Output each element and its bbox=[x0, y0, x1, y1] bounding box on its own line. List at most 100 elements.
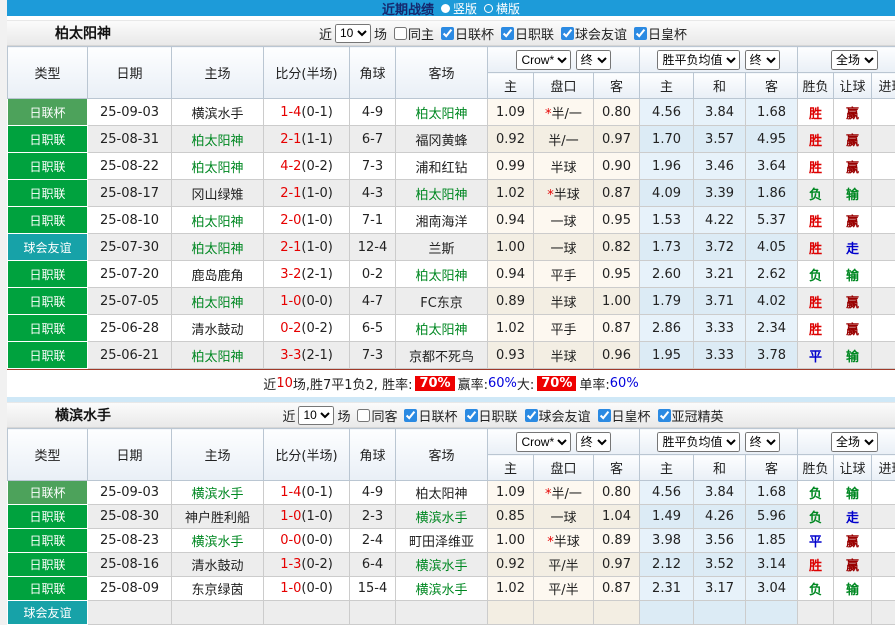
cell-home-team: 柏太阳神 bbox=[172, 342, 264, 369]
cell-avg-1: 3.33 bbox=[694, 342, 746, 369]
recent-count-select[interactable]: 10 bbox=[335, 24, 371, 43]
league-checkbox-2[interactable] bbox=[561, 27, 574, 40]
league-checkbox-wrap-2[interactable]: 球会友谊 bbox=[521, 406, 591, 425]
odds-time-select[interactable]: 终 bbox=[576, 50, 611, 70]
cell-handicap: 半球 bbox=[534, 288, 594, 315]
scope-select[interactable]: 全场 bbox=[831, 50, 878, 70]
avg-col-2: 客 bbox=[746, 73, 798, 99]
league-checkbox-wrap-0[interactable]: 日联杯 bbox=[400, 406, 457, 425]
odds-source-select[interactable]: Crow* bbox=[516, 432, 571, 452]
cell-match-type: 日职联 bbox=[8, 207, 88, 234]
avg-time-select[interactable]: 终 bbox=[745, 432, 780, 452]
cell-away-team: 横滨水手 bbox=[396, 577, 488, 601]
cell-home-team: 柏太阳神 bbox=[172, 126, 264, 153]
avg-time-select[interactable]: 终 bbox=[745, 50, 780, 70]
score-halftime: (1-0) bbox=[301, 509, 332, 524]
cell-avg-1: 3.71 bbox=[694, 288, 746, 315]
cell-date: 25-06-28 bbox=[88, 315, 172, 342]
cell-home-team: 横滨水手 bbox=[172, 99, 264, 126]
summary-text: 10 bbox=[276, 376, 293, 391]
cell-avg-2: 2.34 bbox=[746, 315, 798, 342]
league-checkbox-wrap-2[interactable]: 球会友谊 bbox=[557, 24, 627, 43]
match-row: 日联杯25-09-03横滨水手1-4(0-1)4-9柏太阳神1.09*半/一0.… bbox=[8, 481, 895, 505]
cell-corners: 4-9 bbox=[350, 481, 396, 505]
cell-corners: 6-7 bbox=[350, 126, 396, 153]
layout-radio-horizontal[interactable]: 横版 bbox=[484, 0, 520, 17]
cell-handicap: *半/一 bbox=[534, 481, 594, 505]
cell-score: 1-0(0-0) bbox=[264, 577, 350, 601]
score-fulltime: 0-2 bbox=[280, 321, 301, 336]
scope-select[interactable]: 全场 bbox=[831, 432, 878, 452]
league-checkbox-wrap-3[interactable]: 日皇杯 bbox=[594, 406, 651, 425]
league-checkbox-0[interactable] bbox=[441, 27, 454, 40]
cell-odds-home: 1.09 bbox=[488, 481, 534, 505]
cell-odds-away: 0.89 bbox=[594, 529, 640, 553]
same-venue-checkbox-wrap[interactable]: 同客 bbox=[353, 406, 397, 425]
cell-match-type: 日职联 bbox=[8, 288, 88, 315]
league-checkbox-wrap-4[interactable]: 亚冠精英 bbox=[654, 406, 724, 425]
league-checkbox-0[interactable] bbox=[404, 409, 417, 422]
radio-unselected-icon[interactable] bbox=[484, 4, 493, 13]
summary-text: 60% bbox=[488, 376, 517, 391]
cell-handicap bbox=[534, 601, 594, 625]
cell-home-team: 横滨水手 bbox=[172, 481, 264, 505]
cell-goals bbox=[872, 342, 895, 369]
layout-radio-vertical[interactable]: 竖版 bbox=[441, 0, 477, 17]
avg-select[interactable]: 胜平负均值 bbox=[657, 432, 740, 452]
cell-odds-home: 0.94 bbox=[488, 261, 534, 288]
league-checkbox-wrap-1[interactable]: 日职联 bbox=[497, 24, 554, 43]
cell-avg-0: 1.73 bbox=[640, 234, 694, 261]
odds-time-select[interactable]: 终 bbox=[576, 432, 611, 452]
cell-match-type: 日职联 bbox=[8, 529, 88, 553]
league-checkbox-4[interactable] bbox=[658, 409, 671, 422]
recent-count-select[interactable]: 10 bbox=[298, 406, 334, 425]
odds-col-2: 客 bbox=[594, 455, 640, 481]
col-5: 客场 bbox=[396, 47, 488, 99]
league-checkbox-wrap-0[interactable]: 日联杯 bbox=[437, 24, 494, 43]
score-fulltime: 2-1 bbox=[280, 240, 301, 255]
cell-handicap: 平/半 bbox=[534, 577, 594, 601]
section-home-team: 柏太阳神 近10场同主日联杯日职联球会友谊日皇杯 类型日期主场比分(半场)角球客… bbox=[7, 20, 895, 397]
same-venue-checkbox[interactable] bbox=[357, 409, 370, 422]
filter-bar: 近10场同客日联杯日职联球会友谊日皇杯亚冠精英 bbox=[282, 406, 723, 425]
cell-goals bbox=[872, 553, 895, 577]
cell-score: 1-4(0-1) bbox=[264, 481, 350, 505]
league-checkbox-wrap-3[interactable]: 日皇杯 bbox=[630, 24, 687, 43]
cell-score bbox=[264, 601, 350, 625]
cell-avg-2: 4.05 bbox=[746, 234, 798, 261]
match-row: 球会友谊25-07-30柏太阳神2-1(1-0)12-4兰斯1.00一球0.82… bbox=[8, 234, 895, 261]
league-checkbox-3[interactable] bbox=[598, 409, 611, 422]
cell-result: 平 bbox=[798, 342, 834, 369]
radio-selected-icon[interactable] bbox=[441, 4, 450, 13]
cell-date: 25-09-03 bbox=[88, 99, 172, 126]
match-row: 日职联25-08-31柏太阳神2-1(1-1)6-7福冈黄蜂0.92半/一0.9… bbox=[8, 126, 895, 153]
avg-select[interactable]: 胜平负均值 bbox=[657, 50, 740, 70]
cell-handicap-result: 赢 bbox=[834, 126, 872, 153]
odds-source-select[interactable]: Crow* bbox=[516, 50, 571, 70]
cell-avg-2: 1.86 bbox=[746, 180, 798, 207]
section-header: 柏太阳神 近10场同主日联杯日职联球会友谊日皇杯 bbox=[7, 20, 895, 46]
cell-result: 胜 bbox=[798, 288, 834, 315]
league-checkbox-2[interactable] bbox=[525, 409, 538, 422]
cell-avg-0: 2.31 bbox=[640, 577, 694, 601]
cell-avg-0: 1.79 bbox=[640, 288, 694, 315]
league-checkbox-wrap-1[interactable]: 日职联 bbox=[461, 406, 518, 425]
cell-match-type: 球会友谊 bbox=[8, 601, 88, 625]
cell-avg-1: 3.84 bbox=[694, 99, 746, 126]
score-halftime: (1-0) bbox=[301, 240, 332, 255]
cell-handicap: 半球 bbox=[534, 342, 594, 369]
league-checkbox-3[interactable] bbox=[634, 27, 647, 40]
match-row: 日联杯25-09-03横滨水手1-4(0-1)4-9柏太阳神1.09*半/一0.… bbox=[8, 99, 895, 126]
avg-group-header: 胜平负均值 终 bbox=[640, 429, 798, 455]
cell-corners: 15-4 bbox=[350, 577, 396, 601]
league-checkbox-1[interactable] bbox=[501, 27, 514, 40]
summary-text: 60% bbox=[610, 376, 639, 391]
same-venue-checkbox-wrap[interactable]: 同主 bbox=[390, 24, 434, 43]
result-col-1: 让球 bbox=[834, 455, 872, 481]
match-row: 日职联25-08-30神户胜利船1-0(1-0)2-3横滨水手0.85一球1.0… bbox=[8, 505, 895, 529]
cell-odds-away: 0.80 bbox=[594, 481, 640, 505]
same-venue-checkbox[interactable] bbox=[394, 27, 407, 40]
avg-col-0: 主 bbox=[640, 73, 694, 99]
section-header: 横滨水手 近10场同客日联杯日职联球会友谊日皇杯亚冠精英 bbox=[7, 402, 895, 428]
league-checkbox-1[interactable] bbox=[465, 409, 478, 422]
